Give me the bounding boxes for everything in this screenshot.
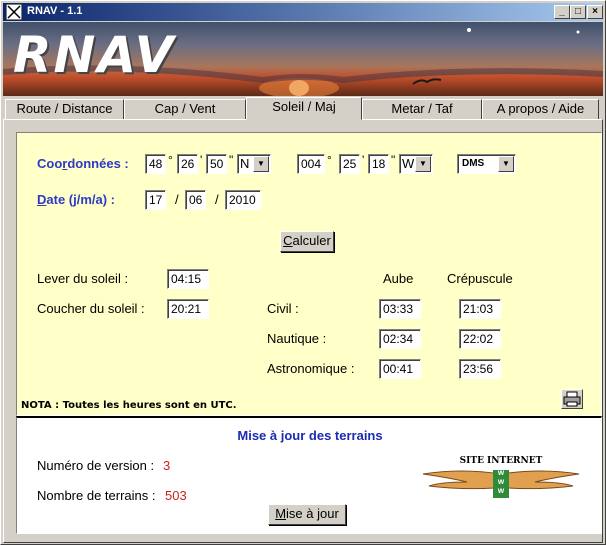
month-field[interactable]: 06 xyxy=(185,190,206,210)
chevron-down-icon: ▼ xyxy=(498,156,514,172)
lon-hemisphere-select[interactable]: W ▼ xyxy=(399,154,433,174)
terrain-count-label: Nombre de terrains : xyxy=(37,488,156,503)
website-label: SITE INTERNET xyxy=(459,456,543,466)
printer-icon xyxy=(563,391,581,407)
dawn-header: Aube xyxy=(383,271,414,286)
update-button[interactable]: Mise à jour xyxy=(268,504,346,525)
banner-image: RNAV xyxy=(3,22,603,96)
lat-seconds-field[interactable]: 50 xyxy=(206,154,227,174)
terrain-update-section: Mise à jour des terrains Numéro de versi… xyxy=(16,416,602,534)
date-separator: / xyxy=(175,192,179,207)
calculate-button[interactable]: Calculer xyxy=(280,231,334,252)
tab-bar: Route / Distance Cap / Vent Soleil / Maj… xyxy=(3,97,603,120)
maximize-button[interactable]: □ xyxy=(570,5,586,19)
day-field[interactable]: 17 xyxy=(145,190,166,210)
sunset-label: Coucher du soleil : xyxy=(37,301,145,316)
lat-hemisphere-value: N xyxy=(240,156,250,171)
sec-symbol: " xyxy=(391,153,396,167)
civil-label: Civil : xyxy=(267,301,299,316)
astronomical-dawn-value: 00:41 xyxy=(379,359,421,379)
app-window: RNAV - 1.1 _ □ × RNAV Route / Distance C… xyxy=(0,0,606,545)
close-button[interactable]: × xyxy=(587,5,603,19)
coords-label: Coordonnées : xyxy=(37,156,129,171)
deg-symbol: ° xyxy=(327,153,332,167)
dusk-header: Crépuscule xyxy=(447,271,513,286)
tab-cap-vent[interactable]: Cap / Vent xyxy=(124,99,246,119)
website-link[interactable]: SITE INTERNET w w w xyxy=(421,456,581,500)
version-value: 3 xyxy=(163,458,171,473)
sun-calc-section: Coordonnées : 48 ° 26 ' 50 " N ▼ 004 ° 2… xyxy=(16,132,602,416)
www-letter: w xyxy=(497,468,505,477)
sunrise-label: Lever du soleil : xyxy=(37,271,129,286)
www-letters: w w w xyxy=(493,468,509,495)
www-letter: w xyxy=(497,486,505,495)
www-letter: w xyxy=(497,477,505,486)
window-title: RNAV - 1.1 xyxy=(27,5,83,17)
nautical-dawn-value: 02:34 xyxy=(379,329,421,349)
lat-minutes-field[interactable]: 26 xyxy=(177,154,198,174)
astronomical-dusk-value: 23:56 xyxy=(459,359,501,379)
tab-panel: Coordonnées : 48 ° 26 ' 50 " N ▼ 004 ° 2… xyxy=(3,119,603,543)
min-symbol: ' xyxy=(362,153,365,167)
app-icon xyxy=(6,4,22,20)
year-field[interactable]: 2010 xyxy=(225,190,261,210)
min-symbol: ' xyxy=(200,153,203,167)
minimize-button[interactable]: _ xyxy=(554,5,570,19)
lon-degrees-field[interactable]: 004 xyxy=(297,154,325,174)
tab-apropos-aide[interactable]: A propos / Aide xyxy=(482,99,599,119)
tab-soleil-maj[interactable]: Soleil / Maj xyxy=(246,97,362,120)
nautical-label: Nautique : xyxy=(267,331,327,346)
sec-symbol: " xyxy=(229,153,234,167)
update-title: Mise à jour des terrains xyxy=(237,428,383,443)
date-separator: / xyxy=(215,192,219,207)
tab-metar-taf[interactable]: Metar / Taf xyxy=(362,99,482,119)
lat-degrees-field[interactable]: 48 xyxy=(145,154,166,174)
app-logo: RNAV xyxy=(13,26,176,84)
utc-note: NOTA : Toutes les heures sont en UTC. xyxy=(21,400,237,411)
coord-format-value: DMS xyxy=(462,158,485,169)
lat-hemisphere-select[interactable]: N ▼ xyxy=(237,154,271,174)
sunrise-value: 04:15 xyxy=(167,269,209,289)
version-label: Numéro de version : xyxy=(37,458,155,473)
civil-dawn-value: 03:33 xyxy=(379,299,421,319)
astronomical-label: Astronomique : xyxy=(267,361,355,376)
deg-symbol: ° xyxy=(168,153,173,167)
civil-dusk-value: 21:03 xyxy=(459,299,501,319)
lon-minutes-field[interactable]: 25 xyxy=(339,154,360,174)
date-label: Date (j/m/a) : xyxy=(37,192,116,207)
title-bar: RNAV - 1.1 _ □ × xyxy=(3,3,603,21)
nautical-dusk-value: 22:02 xyxy=(459,329,501,349)
lon-hemisphere-value: W xyxy=(402,156,415,171)
print-button[interactable] xyxy=(561,389,583,409)
lon-seconds-field[interactable]: 18 xyxy=(368,154,389,174)
chevron-down-icon: ▼ xyxy=(253,156,269,172)
coord-format-select[interactable]: DMS ▼ xyxy=(457,154,516,174)
sunset-value: 20:21 xyxy=(167,299,209,319)
chevron-down-icon: ▼ xyxy=(415,156,431,172)
terrain-count-value: 503 xyxy=(165,488,187,503)
tab-route-distance[interactable]: Route / Distance xyxy=(5,99,124,119)
